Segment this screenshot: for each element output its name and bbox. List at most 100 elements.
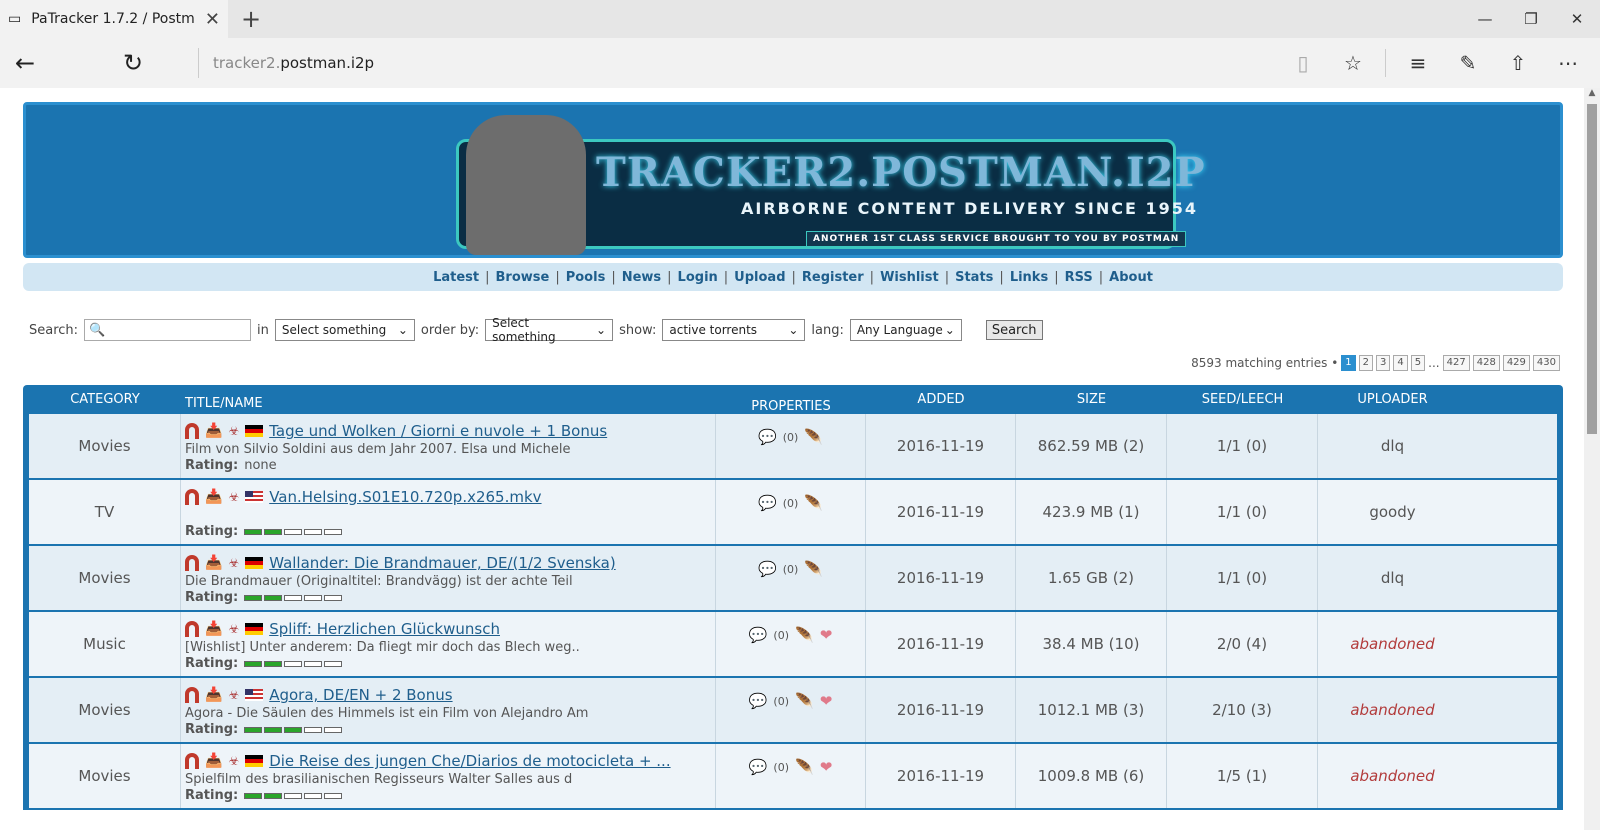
torrent-title-link[interactable]: Die Reise des jungen Che/Diarios de moto… [269,752,670,770]
feather-icon[interactable]: 🪶 [795,758,814,776]
menu-link-about[interactable]: About [1109,270,1153,285]
download-icon[interactable]: 📥 [205,555,222,571]
site-banner[interactable]: TRACKER2.POSTMAN.I2P AIRBORNE CONTENT DE… [23,102,1563,258]
new-tab-button[interactable]: + [228,0,274,38]
menu-link-stats[interactable]: Stats [955,270,993,285]
menu-link-pools[interactable]: Pools [566,270,606,285]
biohazard-icon[interactable]: ☣ [228,556,239,570]
uploader-cell[interactable]: abandoned [1318,678,1467,742]
magnet-icon[interactable] [185,753,199,769]
comments-icon[interactable]: 💬 [758,428,777,446]
biohazard-icon[interactable]: ☣ [228,754,239,768]
scroll-thumb[interactable] [1587,104,1597,434]
restore-button[interactable]: ❐ [1508,0,1554,38]
column-header-properties[interactable]: PROPERTIES [716,385,866,414]
search-button[interactable]: Search [985,320,1043,340]
biohazard-icon[interactable]: ☣ [228,688,239,702]
column-header-title-name[interactable]: TITLE/NAME [181,388,716,411]
favorite-star-icon[interactable]: ☆ [1329,38,1377,88]
wishlist-heart-icon[interactable]: ❤ [820,626,833,644]
category-cell[interactable]: TV [29,480,181,544]
download-icon[interactable]: 📥 [205,489,222,505]
category-cell[interactable]: Movies [29,744,181,808]
refresh-button[interactable]: ↻ [108,38,158,88]
magnet-icon[interactable] [185,555,199,571]
page-link[interactable]: 3 [1376,355,1391,371]
order-select[interactable]: Select something ⌄ [485,316,614,344]
menu-link-browse[interactable]: Browse [496,270,550,285]
column-header-added[interactable]: ADDED [866,392,1016,407]
scroll-up-icon[interactable]: ▲ [1584,88,1600,102]
category-cell[interactable]: Movies [29,678,181,742]
torrent-title-link[interactable]: Wallander: Die Brandmauer, DE/(1/2 Svens… [269,554,615,572]
feather-icon[interactable]: 🪶 [804,560,823,578]
download-icon[interactable]: 📥 [205,687,222,703]
wishlist-heart-icon[interactable]: ❤ [820,758,833,776]
minimize-button[interactable]: — [1462,0,1508,38]
page-link[interactable]: 4 [1393,355,1408,371]
torrent-title-link[interactable]: Van.Helsing.S01E10.720p.x265.mkv [269,488,541,506]
biohazard-icon[interactable]: ☣ [228,490,239,504]
browser-tab[interactable]: ▭ PaTracker 1.7.2 / Postma ✕ [0,0,228,38]
biohazard-icon[interactable]: ☣ [228,424,239,438]
comments-icon[interactable]: 💬 [749,626,768,644]
menu-link-upload[interactable]: Upload [734,270,785,285]
category-cell[interactable]: Movies [29,414,181,478]
close-tab-icon[interactable]: ✕ [205,9,220,30]
uploader-cell[interactable]: goody [1318,480,1467,544]
address-bar[interactable]: tracker2. postman.i2p [198,48,374,78]
hub-icon[interactable]: ≡ [1394,38,1442,88]
magnet-icon[interactable] [185,621,199,637]
back-button[interactable]: ← [0,38,50,88]
uploader-cell[interactable]: dlq [1318,546,1467,610]
share-icon[interactable]: ⇧ [1494,38,1542,88]
menu-link-wishlist[interactable]: Wishlist [880,270,939,285]
comments-icon[interactable]: 💬 [758,560,777,578]
reading-view-icon[interactable]: ▯ [1279,38,1327,88]
feather-icon[interactable]: 🪶 [795,626,814,644]
download-icon[interactable]: 📥 [205,621,222,637]
menu-link-news[interactable]: News [622,270,661,285]
more-icon[interactable]: ⋯ [1544,38,1592,88]
page-scrollbar[interactable]: ▲ [1584,88,1600,830]
page-link[interactable]: 2 [1358,355,1374,371]
feather-icon[interactable]: 🪶 [804,428,823,446]
uploader-cell[interactable]: abandoned [1318,612,1467,676]
comments-icon[interactable]: 💬 [749,692,768,710]
menu-link-login[interactable]: Login [678,270,718,285]
close-window-button[interactable]: ✕ [1554,0,1600,38]
feather-icon[interactable]: 🪶 [795,692,814,710]
comments-icon[interactable]: 💬 [749,758,768,776]
column-header-size[interactable]: SIZE [1016,392,1167,407]
show-select[interactable]: active torrents ⌄ [662,319,806,341]
page-link[interactable]: 430 [1532,355,1560,371]
page-link[interactable]: 1 [1341,355,1356,371]
column-header-category[interactable]: CATEGORY [29,392,181,407]
torrent-title-link[interactable]: Tage und Wolken / Giorni e nuvole + 1 Bo… [269,422,607,440]
uploader-cell[interactable]: abandoned [1318,744,1467,808]
search-input[interactable]: 🔍 [84,319,252,341]
menu-link-links[interactable]: Links [1010,270,1048,285]
category-cell[interactable]: Music [29,612,181,676]
uploader-cell[interactable]: dlq [1318,414,1467,478]
menu-link-latest[interactable]: Latest [433,270,479,285]
biohazard-icon[interactable]: ☣ [228,622,239,636]
menu-link-register[interactable]: Register [802,270,864,285]
magnet-icon[interactable] [185,489,199,505]
column-header-seed-leech[interactable]: SEED/LEECH [1167,392,1318,407]
page-link[interactable]: 428 [1472,355,1500,371]
page-link[interactable]: 429 [1502,355,1530,371]
page-link[interactable]: 5 [1410,355,1426,371]
comments-icon[interactable]: 💬 [758,494,777,512]
page-link[interactable]: 427 [1442,355,1470,371]
magnet-icon[interactable] [185,687,199,703]
feather-icon[interactable]: 🪶 [804,494,823,512]
download-icon[interactable]: 📥 [205,423,222,439]
torrent-title-link[interactable]: Spliff: Herzlichen Glückwunsch [269,620,500,638]
category-cell[interactable]: Movies [29,546,181,610]
wishlist-heart-icon[interactable]: ❤ [820,692,833,710]
menu-link-rss[interactable]: RSS [1065,270,1093,285]
web-note-icon[interactable]: ✎ [1444,38,1492,88]
download-icon[interactable]: 📥 [205,753,222,769]
category-select[interactable]: Select something ⌄ [274,319,415,341]
